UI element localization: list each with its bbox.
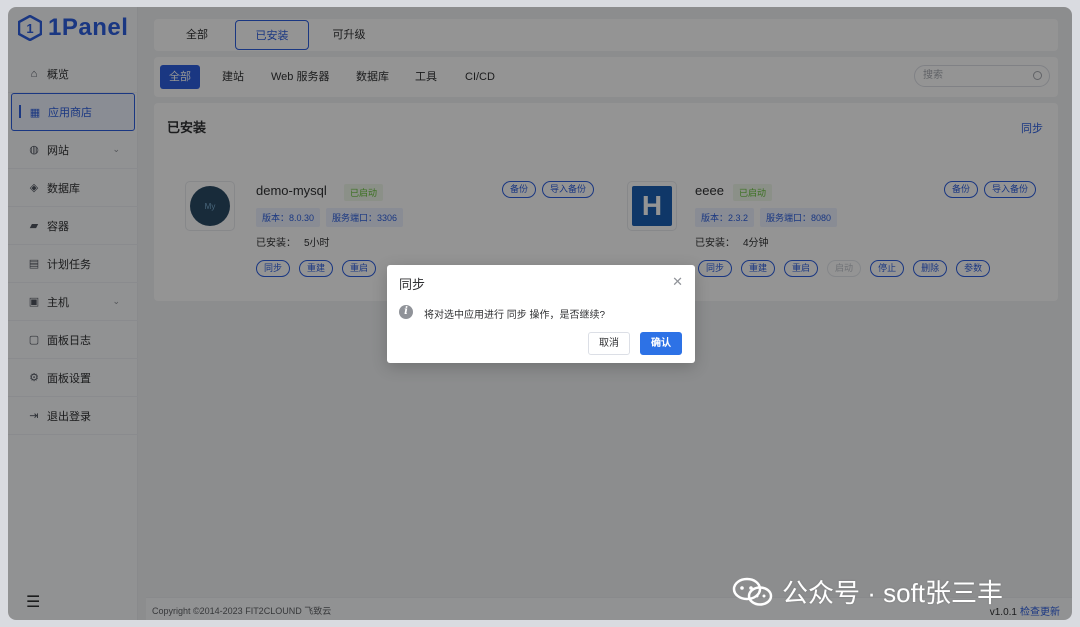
info-icon: i — [399, 305, 413, 319]
wechat-icon — [732, 577, 773, 606]
dialog-message: 将对选中应用进行 同步 操作，是否继续? — [424, 310, 606, 321]
confirm-dialog: 同步 ✕ i 将对选中应用进行 同步 操作，是否继续? 取消 确认 — [387, 265, 695, 363]
dialog-title: 同步 — [399, 277, 426, 292]
watermark: 公众号 · soft张三丰 — [732, 573, 1003, 610]
watermark-text: 公众号 · soft张三丰 — [782, 578, 1004, 608]
close-icon[interactable]: ✕ — [672, 274, 683, 290]
cancel-button[interactable]: 取消 — [588, 332, 630, 355]
app-window: 1 1Panel ⌂ 概览 ▦ 应用商店 ◍ 网站 ⌄ ◈ 数据库 ▰ 容器 ▤… — [8, 7, 1072, 620]
confirm-button[interactable]: 确认 — [640, 332, 682, 355]
